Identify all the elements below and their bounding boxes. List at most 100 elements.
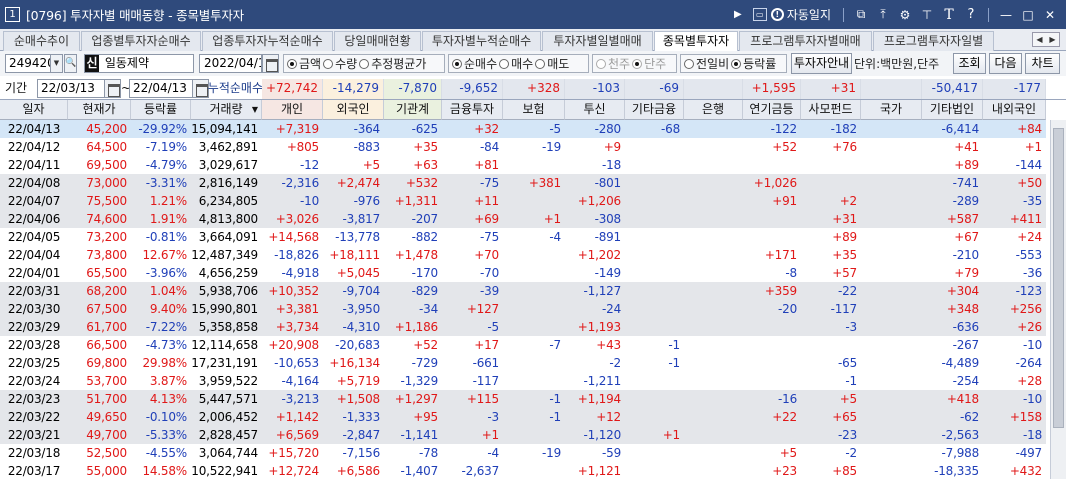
table-row[interactable]: 22/04/06 74,600 1.91% 4,813,800 +3,026 -3,817… xyxy=(0,210,1046,228)
investor-guide-button[interactable]: 투자자안내 xyxy=(791,53,852,74)
column-header-foreign[interactable]: 외국인 xyxy=(323,100,384,120)
chart-button[interactable]: 차트 xyxy=(1025,53,1060,74)
tab-investor-cumulative[interactable]: 투자자별누적순매수 xyxy=(422,31,541,51)
tab-left-icon[interactable]: ◀ xyxy=(1033,33,1046,46)
calendar-icon[interactable] xyxy=(104,79,121,98)
query-button[interactable]: 조회 xyxy=(953,53,986,74)
column-header-institution[interactable]: 기관계 xyxy=(384,100,442,120)
period-start-input[interactable]: 22/03/13 xyxy=(37,79,105,98)
column-header-private-fund[interactable]: 사모펀드 xyxy=(801,100,861,120)
column-header-other-corp[interactable]: 기타법인 xyxy=(922,100,983,120)
table-row[interactable]: 22/03/24 53,700 3.87% 3,959,522 -4,164 +5,719… xyxy=(0,372,1046,390)
tab-sector-investor-net-buy[interactable]: 업종별투자자순매수 xyxy=(81,31,201,51)
table-row[interactable]: 22/03/23 51,700 4.13% 5,447,571 -3,213 +1,508… xyxy=(0,390,1046,408)
cell-private-fund xyxy=(801,156,861,174)
column-header-other-finance[interactable]: 기타금융 xyxy=(625,100,684,120)
pin-icon[interactable]: ⊤ xyxy=(917,5,937,25)
cell-investment-trust: +43 xyxy=(596,338,621,352)
tab-program-investor-daily[interactable]: 프로그램투자자일별 xyxy=(873,31,994,51)
tab-sector-investor-cumulative[interactable]: 업종투자자누적순매수 xyxy=(202,31,333,51)
cell-foreign: -4,310 xyxy=(342,320,381,334)
column-header-nation[interactable]: 국가 xyxy=(861,100,922,120)
radio-avg-price[interactable]: 추정평균가 xyxy=(359,55,426,72)
period-end-input[interactable]: 22/04/13 xyxy=(129,79,193,98)
cell-nation xyxy=(861,174,922,192)
column-header-date[interactable]: 일자 xyxy=(0,100,68,120)
column-header-domestic-foreign[interactable]: 내외국인 xyxy=(983,100,1046,120)
tab-program-investor[interactable]: 프로그램투자자별매매 xyxy=(739,31,872,51)
table-row[interactable]: 22/03/25 69,800 29.98% 17,231,191 -10,653 +16… xyxy=(0,354,1046,372)
tab-daily-trading-status[interactable]: 당일매매현황 xyxy=(334,31,421,51)
calendar-icon[interactable] xyxy=(262,54,279,73)
radio-quantity[interactable]: 수량 xyxy=(323,55,357,72)
table-row[interactable]: 22/03/17 55,000 14.58% 10,522,941 +12,724 +6,… xyxy=(0,462,1046,479)
tab-scroll-arrows[interactable]: ◀ ▶ xyxy=(1032,32,1060,47)
font-icon[interactable]: T xyxy=(939,5,959,25)
column-header-individual[interactable]: 개인 xyxy=(262,100,323,120)
cell-nation xyxy=(861,120,922,138)
stock-code-input[interactable]: 249420 xyxy=(5,54,51,73)
cell-pension: +91 xyxy=(772,194,797,208)
radio-prev-day[interactable]: 전일비 xyxy=(684,55,729,72)
table-row[interactable]: 22/04/07 75,500 1.21% 6,234,805 -10 -976 +1,31… xyxy=(0,192,1046,210)
help-icon[interactable]: ? xyxy=(961,5,981,25)
table-row[interactable]: 22/03/30 67,500 9.40% 15,990,801 +3,381 -3,95… xyxy=(0,300,1046,318)
radio-buy[interactable]: 매수 xyxy=(499,55,533,72)
column-header-pension[interactable]: 연기금등 xyxy=(743,100,801,120)
maximize-icon[interactable]: □ xyxy=(1018,5,1038,25)
column-header-volume[interactable]: 거래량 ▼ xyxy=(191,100,262,120)
chevron-down-icon[interactable]: ▼ xyxy=(50,54,63,73)
table-row[interactable]: 22/03/21 49,700 -5.33% 2,828,457 +6,569 -2,84… xyxy=(0,426,1046,444)
table-row[interactable]: 22/04/05 73,200 -0.81% 3,664,091 +14,568 -13,… xyxy=(0,228,1046,246)
cell-other-finance xyxy=(625,372,684,390)
close-icon[interactable]: ✕ xyxy=(1040,5,1060,25)
radio-single-shares[interactable]: 단주 xyxy=(632,55,666,72)
table-row[interactable]: 22/04/13 45,200 -29.92% 15,094,141 +7,319 -36… xyxy=(0,120,1046,138)
next-button[interactable]: 다음 xyxy=(989,53,1022,74)
sort-down-icon[interactable]: ▼ xyxy=(252,100,258,119)
autolog-button[interactable]: ! 자동일지 xyxy=(770,6,831,23)
cell-financial-investment: +11 xyxy=(474,194,499,208)
restore-icon[interactable]: ⧉ xyxy=(851,5,871,25)
column-header-financial-investment[interactable]: 금융투자 xyxy=(442,100,503,120)
radio-amount[interactable]: 금액 xyxy=(287,55,321,72)
tab-right-icon[interactable]: ▶ xyxy=(1046,33,1059,46)
column-header-insurance[interactable]: 보험 xyxy=(503,100,565,120)
cell-insurance: -19 xyxy=(542,140,561,154)
radio-label: 매수 xyxy=(511,57,534,71)
search-icon[interactable]: 🔍 xyxy=(64,54,77,73)
column-header-change-rate[interactable]: 등락률 xyxy=(131,100,191,120)
table-row[interactable]: 22/03/29 61,700 -7.22% 5,358,858 +3,734 -4,31… xyxy=(0,318,1046,336)
upload-icon[interactable]: ⤒ xyxy=(873,5,893,25)
vertical-scrollbar[interactable] xyxy=(1050,120,1066,479)
tab-investor-daily[interactable]: 투자자별일별매매 xyxy=(542,31,653,51)
cell-volume: 15,094,141 xyxy=(191,122,258,136)
radio-sell[interactable]: 매도 xyxy=(535,55,569,72)
screen-icon[interactable]: ▭ xyxy=(752,8,767,21)
tab-stock-investor[interactable]: 종목별투자자 xyxy=(654,31,738,52)
cell-change-rate: 1.04% xyxy=(149,284,187,298)
table-row[interactable]: 22/03/18 52,500 -4.55% 3,064,744 +15,720 -7,1… xyxy=(0,444,1046,462)
scrollbar-thumb[interactable] xyxy=(1053,128,1064,428)
minimize-icon[interactable]: — xyxy=(996,5,1016,25)
date-input[interactable]: 2022/04/13 xyxy=(199,54,262,73)
column-header-bank[interactable]: 은행 xyxy=(684,100,743,120)
table-row[interactable]: 22/04/12 64,500 -7.19% 3,462,891 +805 -883 +35… xyxy=(0,138,1046,156)
radio-net-buy[interactable]: 순매수 xyxy=(452,55,497,72)
table-row[interactable]: 22/04/04 73,800 12.67% 12,487,349 -18,826 +18… xyxy=(0,246,1046,264)
table-row[interactable]: 22/03/22 49,650 -0.10% 2,006,452 +1,142 -1,33… xyxy=(0,408,1046,426)
radio-change-rate[interactable]: 등락률 xyxy=(731,55,776,72)
table-row[interactable]: 22/03/31 68,200 1.04% 5,938,706 +10,352 -9,70… xyxy=(0,282,1046,300)
column-header-investment-trust[interactable]: 투신 xyxy=(565,100,625,120)
radio-thousand-shares[interactable]: 천주 xyxy=(596,55,630,72)
table-row[interactable]: 22/04/08 73,000 -3.31% 2,816,149 -2,316 +2,47… xyxy=(0,174,1046,192)
cell-other-corp: -267 xyxy=(952,338,980,352)
tab-net-buy-trend[interactable]: 순매수추이 xyxy=(3,31,80,51)
column-header-price[interactable]: 현재가 xyxy=(68,100,131,120)
cell-foreign: +18,111 xyxy=(329,248,380,262)
table-row[interactable]: 22/04/01 65,500 -3.96% 4,656,259 -4,918 +5,04… xyxy=(0,264,1046,282)
play-icon[interactable]: ▶ xyxy=(728,5,748,25)
settings-icon[interactable]: ⚙ xyxy=(895,5,915,25)
table-row[interactable]: 22/04/11 69,500 -4.79% 3,029,617 -12 +5 +63 +81… xyxy=(0,156,1046,174)
table-row[interactable]: 22/03/28 66,500 -4.73% 12,114,658 +20,908 -20… xyxy=(0,336,1046,354)
